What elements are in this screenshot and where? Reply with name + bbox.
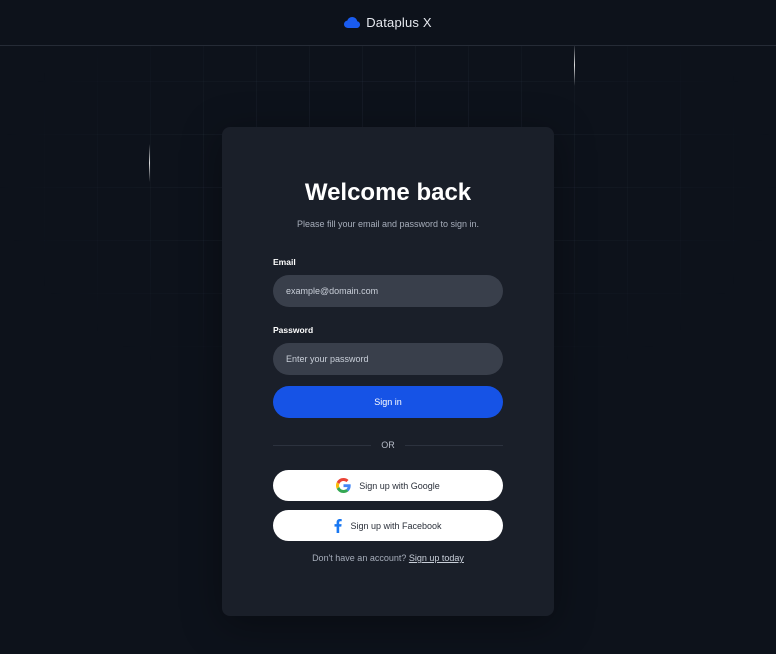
signup-prompt-text: Don't have an account? (312, 553, 407, 563)
facebook-signup-label: Sign up with Facebook (350, 520, 442, 531)
divider-line (273, 444, 372, 446)
login-card: Welcome back Please fill your email and … (222, 127, 554, 616)
password-label: Password (273, 325, 314, 335)
facebook-icon (334, 518, 343, 533)
page-title: Welcome back (304, 179, 472, 206)
or-divider: OR (273, 438, 503, 452)
email-field[interactable] (273, 275, 503, 307)
password-field[interactable] (273, 343, 503, 375)
google-signup-button[interactable]: Sign up with Google (273, 470, 503, 501)
divider-text: OR (381, 440, 395, 450)
sign-in-button[interactable]: Sign in (273, 386, 503, 418)
top-bar: Dataplus X (0, 0, 776, 46)
light-streak (149, 144, 150, 182)
google-icon (336, 478, 351, 493)
cloud-icon (344, 17, 361, 28)
brand-name: Dataplus X (366, 15, 432, 30)
email-label: Email (273, 257, 296, 267)
divider-line (404, 444, 503, 446)
page-subtitle: Please fill your email and password to s… (296, 219, 480, 229)
facebook-signup-button[interactable]: Sign up with Facebook (273, 510, 503, 541)
brand[interactable]: Dataplus X (344, 15, 432, 30)
signup-prompt: Don't have an account? Sign up today (222, 553, 554, 563)
sign-up-link[interactable]: Sign up today (409, 553, 464, 563)
light-streak (574, 44, 575, 86)
google-signup-label: Sign up with Google (359, 480, 440, 491)
